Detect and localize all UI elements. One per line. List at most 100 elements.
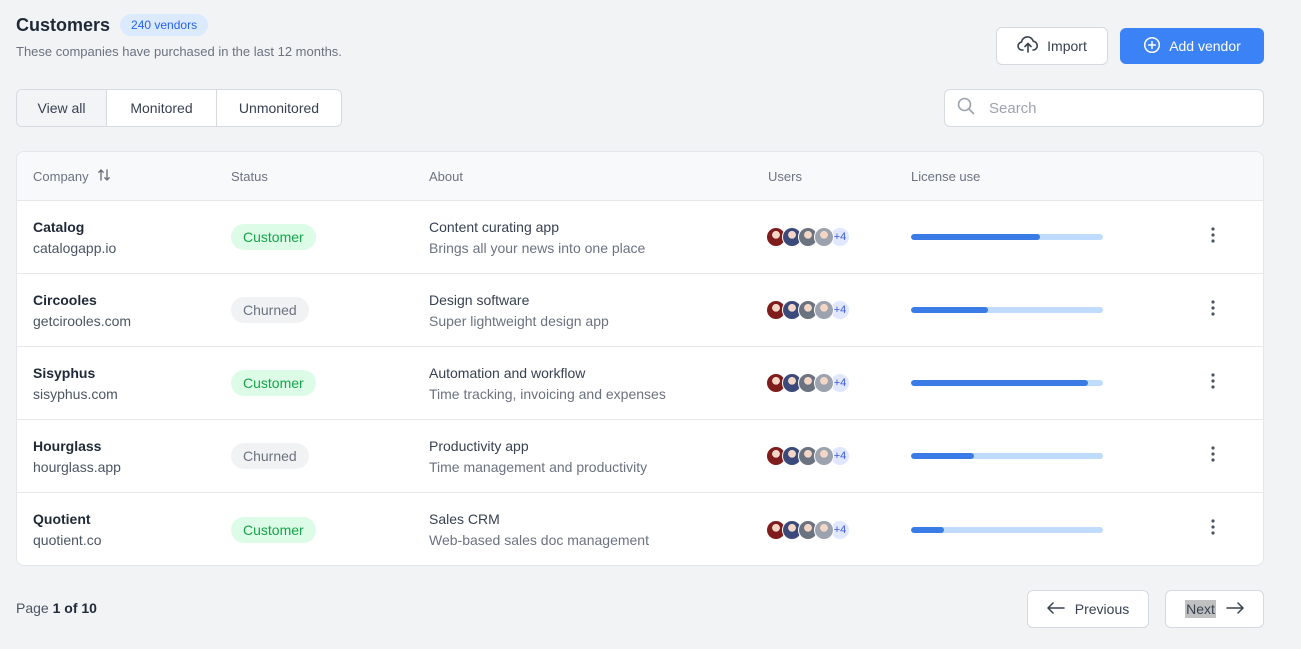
table-row[interactable]: Catalog catalogapp.io Customer Content c… bbox=[17, 201, 1263, 274]
about-description: Web-based sales doc management bbox=[429, 532, 649, 548]
table-row[interactable]: Hourglass hourglass.app Churned Producti… bbox=[17, 420, 1263, 493]
about-description: Brings all your news into one place bbox=[429, 239, 646, 256]
license-use-cell bbox=[911, 347, 1103, 419]
users-avatar-group: +4 bbox=[766, 420, 850, 492]
status-badge: Customer bbox=[231, 516, 316, 543]
page-prefix: Page bbox=[16, 600, 49, 616]
company-cell: Quotient quotient.co bbox=[33, 493, 102, 565]
company-domain: hourglass.app bbox=[33, 458, 121, 475]
status-cell: Churned bbox=[231, 274, 309, 346]
company-name[interactable]: Hourglass bbox=[33, 438, 121, 454]
status-cell: Churned bbox=[231, 420, 309, 492]
status-cell: Customer bbox=[231, 347, 316, 419]
page-current: 1 of 10 bbox=[52, 600, 97, 616]
about-cell: Design software Super lightweight design… bbox=[429, 274, 609, 346]
company-domain: getcirooles.com bbox=[33, 312, 132, 329]
kebab-menu-icon bbox=[1211, 226, 1215, 248]
company-name[interactable]: Circooles bbox=[33, 292, 131, 308]
license-use-track bbox=[911, 234, 1103, 240]
page-indicator: Page 1 of 10 bbox=[16, 600, 97, 616]
about-cell: Content curating app Brings all your new… bbox=[429, 201, 645, 273]
import-button[interactable]: Import bbox=[996, 27, 1108, 65]
next-button[interactable]: Next bbox=[1165, 590, 1264, 628]
license-use-fill bbox=[911, 307, 988, 313]
column-header-users: Users bbox=[768, 169, 802, 184]
users-avatar-group: +4 bbox=[766, 274, 850, 346]
row-menu-button[interactable] bbox=[1205, 347, 1221, 419]
vendors-table: Company Status About Users License use C… bbox=[16, 151, 1264, 566]
about-cell: Sales CRM Web-based sales doc management bbox=[429, 493, 649, 565]
license-use-cell bbox=[911, 420, 1103, 492]
vendor-count-badge: 240 vendors bbox=[120, 14, 209, 36]
license-use-cell bbox=[911, 493, 1103, 565]
column-label-company: Company bbox=[33, 169, 89, 184]
avatar[interactable] bbox=[814, 227, 834, 247]
license-use-track bbox=[911, 526, 1103, 533]
cloud-upload-icon bbox=[1017, 35, 1039, 57]
page-header: Customers 240 vendors These companies ha… bbox=[16, 14, 342, 59]
row-menu-button[interactable] bbox=[1205, 201, 1221, 273]
status-cell: Customer bbox=[231, 201, 316, 273]
kebab-menu-icon bbox=[1211, 299, 1215, 321]
users-avatar-group: +4 bbox=[766, 347, 850, 419]
avatar[interactable] bbox=[814, 373, 834, 393]
avatar[interactable] bbox=[814, 519, 834, 540]
column-header-status: Status bbox=[231, 169, 268, 184]
about-title: Content curating app bbox=[429, 218, 559, 235]
company-cell: Sisyphus sisyphus.com bbox=[33, 347, 118, 419]
table-row[interactable]: Quotient quotient.co Customer Sales CRM … bbox=[17, 493, 1263, 565]
status-badge: Customer bbox=[231, 370, 316, 396]
search-icon bbox=[957, 97, 975, 120]
license-use-fill bbox=[911, 380, 1088, 386]
tab-unmonitored[interactable]: Unmonitored bbox=[217, 90, 341, 126]
about-title: Design software bbox=[429, 291, 530, 308]
company-name[interactable]: Catalog bbox=[33, 219, 116, 235]
status-badge: Churned bbox=[231, 443, 309, 469]
license-use-fill bbox=[911, 453, 975, 459]
license-use-cell bbox=[911, 201, 1103, 273]
table-row[interactable]: Sisyphus sisyphus.com Customer Automatio… bbox=[17, 347, 1263, 420]
avatar[interactable] bbox=[814, 300, 834, 320]
filter-tabs: View all Monitored Unmonitored bbox=[16, 89, 342, 127]
avatar[interactable] bbox=[814, 446, 834, 466]
license-use-cell bbox=[911, 274, 1103, 346]
tab-monitored[interactable]: Monitored bbox=[107, 90, 217, 126]
row-menu-button[interactable] bbox=[1205, 493, 1221, 565]
tab-view-all[interactable]: View all bbox=[17, 90, 107, 126]
about-title: Productivity app bbox=[429, 437, 529, 454]
arrow-left-icon bbox=[1047, 601, 1065, 617]
license-use-track bbox=[911, 453, 1103, 459]
about-cell: Automation and workflow Time tracking, i… bbox=[429, 347, 666, 419]
sort-icon[interactable] bbox=[97, 168, 111, 185]
add-vendor-label: Add vendor bbox=[1169, 38, 1241, 54]
users-avatar-group: +4 bbox=[766, 493, 850, 565]
status-badge: Customer bbox=[231, 224, 316, 250]
search-input[interactable] bbox=[989, 99, 1249, 117]
about-description: Time tracking, invoicing and expenses bbox=[429, 385, 666, 402]
kebab-menu-icon bbox=[1211, 519, 1215, 540]
about-title: Automation and workflow bbox=[429, 364, 586, 381]
column-header-license: License use bbox=[911, 169, 981, 184]
company-cell: Catalog catalogapp.io bbox=[33, 201, 116, 273]
row-menu-button[interactable] bbox=[1205, 274, 1221, 346]
about-cell: Productivity app Time management and pro… bbox=[429, 420, 647, 492]
company-name[interactable]: Sisyphus bbox=[33, 365, 118, 381]
kebab-menu-icon bbox=[1211, 372, 1215, 394]
add-vendor-button[interactable]: Add vendor bbox=[1120, 28, 1264, 64]
column-header-company[interactable]: Company bbox=[33, 152, 111, 201]
company-name[interactable]: Quotient bbox=[33, 511, 102, 527]
about-title: Sales CRM bbox=[429, 511, 500, 527]
company-cell: Circooles getcirooles.com bbox=[33, 274, 131, 346]
table-row[interactable]: Circooles getcirooles.com Churned Design… bbox=[17, 274, 1263, 347]
import-label: Import bbox=[1047, 38, 1087, 54]
license-use-fill bbox=[911, 234, 1040, 240]
row-menu-button[interactable] bbox=[1205, 420, 1221, 492]
previous-label: Previous bbox=[1074, 601, 1130, 617]
about-description: Super lightweight design app bbox=[429, 312, 609, 329]
company-domain: catalogapp.io bbox=[33, 239, 117, 256]
license-use-track bbox=[911, 307, 1103, 313]
page-title: Customers bbox=[16, 14, 111, 35]
company-cell: Hourglass hourglass.app bbox=[33, 420, 121, 492]
column-header-about: About bbox=[429, 169, 463, 184]
previous-button[interactable]: Previous bbox=[1027, 590, 1149, 628]
